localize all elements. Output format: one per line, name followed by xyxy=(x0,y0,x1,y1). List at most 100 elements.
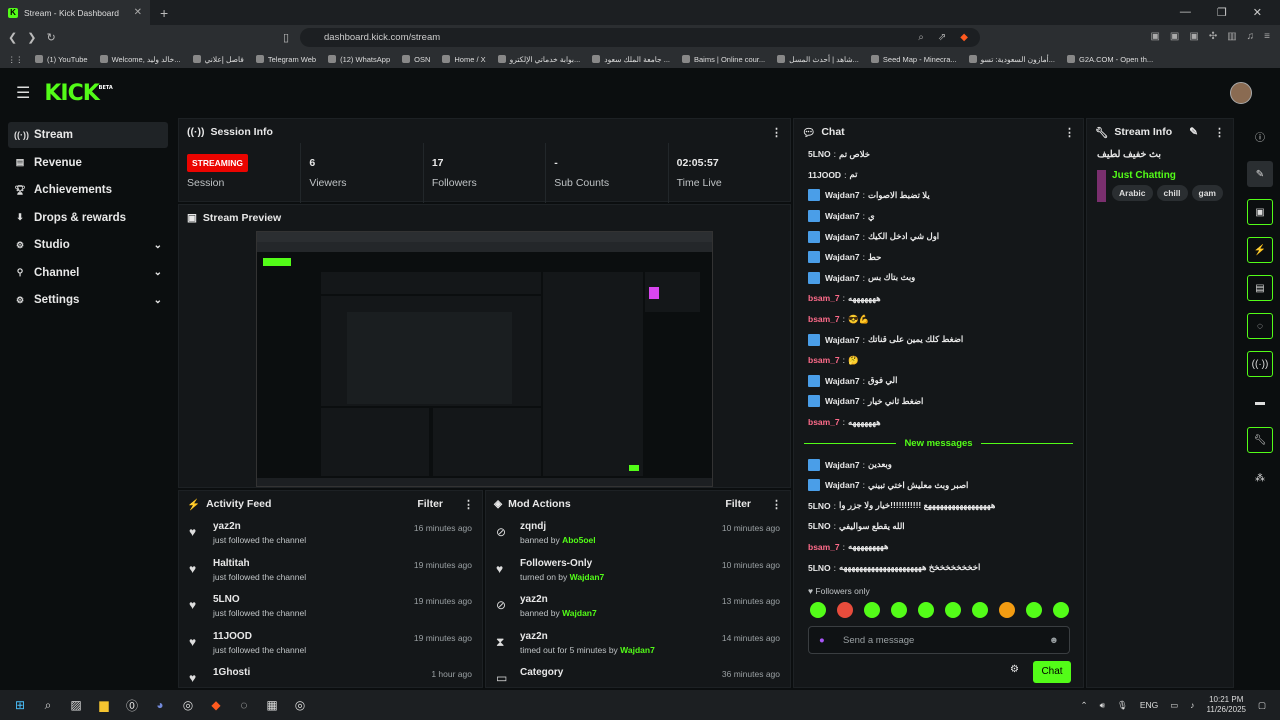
kick-logo[interactable]: KICK BETA xyxy=(44,81,112,106)
chat-message[interactable]: 5LNO: خلاص تم xyxy=(794,144,1083,165)
bookmark-item[interactable]: بوابة خدماتي الإلكترو... xyxy=(497,55,580,64)
chat-message[interactable]: 5LNO: الله يقطع سواليفي xyxy=(794,516,1083,537)
emote-icon[interactable] xyxy=(891,602,907,618)
volume-icon[interactable]: 🔊︎ xyxy=(1100,700,1105,711)
zoom-icon[interactable]: ⌕ xyxy=(918,32,924,43)
apps-icon[interactable]: ⋮⋮ xyxy=(8,55,23,64)
gallery-icon[interactable]: ▨ xyxy=(62,691,90,719)
chat-username[interactable]: Wajdan7 xyxy=(825,480,860,490)
chat-username[interactable]: 5LNO xyxy=(808,149,831,159)
chat-message[interactable]: bsam_7: 🤔 xyxy=(794,350,1083,371)
bookmark-item[interactable]: أمازون السعودية: تسو... xyxy=(968,55,1055,64)
lightning-icon[interactable]: ⚡ xyxy=(1247,237,1273,263)
info-icon[interactable]: ⓘ xyxy=(1247,123,1273,149)
chat-username[interactable]: Wajdan7 xyxy=(825,376,860,386)
list-item[interactable]: ♥ yaz2n just followed the channel 16 minute… xyxy=(179,517,482,554)
chat-username[interactable]: Wajdan7 xyxy=(825,335,860,345)
mod-actor[interactable]: Wajdan7 xyxy=(562,608,597,618)
chat-username[interactable]: bsam_7 xyxy=(808,293,840,303)
bookmark-item[interactable]: جامعة الملك سعود ... xyxy=(592,55,670,64)
more-options-icon[interactable]: ⋮ xyxy=(1064,126,1075,139)
filter-button[interactable]: Filter xyxy=(725,498,751,510)
list-item[interactable]: ♥ 5LNO just followed the channel 19 minutes… xyxy=(179,590,482,627)
emote-icon[interactable] xyxy=(972,602,988,618)
send-chat-button[interactable]: Chat xyxy=(1033,661,1071,683)
chat-settings-icon[interactable]: ⚙ xyxy=(1010,664,1019,675)
file-explorer-icon[interactable]: ▆ xyxy=(90,691,118,719)
media-icon[interactable]: ♫ xyxy=(1247,31,1255,42)
minimize-icon[interactable]: — xyxy=(1180,6,1191,19)
chat-message[interactable]: Wajdan7: اصبر وبث معليش اختي تبيني xyxy=(794,475,1083,496)
network-icon[interactable]: ▭ xyxy=(1170,700,1178,711)
edit-icon[interactable]: ✎ xyxy=(1189,126,1198,138)
sidebar-item-revenue[interactable]: ▤ Revenue xyxy=(8,150,168,176)
chat-username[interactable]: 5LNO xyxy=(808,563,831,573)
brave-shield-icon[interactable]: ◆ xyxy=(960,32,968,43)
chat-message[interactable]: bsam_7: هههههههه xyxy=(794,412,1083,433)
emote-icon[interactable] xyxy=(918,602,934,618)
list-item[interactable]: ▭ Category 36 minutes ago xyxy=(486,663,790,687)
emote-icon[interactable] xyxy=(864,602,880,618)
emote-icon[interactable] xyxy=(810,602,826,618)
steam-icon[interactable]: ◎ xyxy=(286,691,314,719)
chat-message[interactable]: Wajdan7: الي فوق xyxy=(794,371,1083,392)
windows-start-icon[interactable]: ⊞ xyxy=(6,691,34,719)
xbox-icon[interactable]: ⓪ xyxy=(118,691,146,719)
bookmark-item[interactable]: Seed Map - Minecra... xyxy=(870,55,957,64)
sidebar-item-drops[interactable]: ⬇ Drops & rewards xyxy=(8,205,168,231)
chat-message[interactable]: Wajdan7: يلا تضبط الاصوات xyxy=(794,185,1083,206)
chat-message[interactable]: Wajdan7: اضغط كلك يمين على قناتك xyxy=(794,329,1083,350)
list-item[interactable]: ♥ 11JOOD just followed the channel 19 minut… xyxy=(179,627,482,664)
more-options-icon[interactable]: ⋮ xyxy=(771,126,782,139)
mod-actor[interactable]: Wajdan7 xyxy=(570,572,605,582)
chat-username[interactable]: Wajdan7 xyxy=(825,252,860,262)
edit-icon[interactable]: ✎ xyxy=(1247,161,1273,187)
category-name[interactable]: Just Chatting xyxy=(1112,170,1223,181)
chat-message[interactable]: Wajdan7: اضغط ثاني خيار xyxy=(794,391,1083,412)
more-options-icon[interactable]: ⋮ xyxy=(1214,126,1225,139)
bookmark-item[interactable]: Baims | Online cour... xyxy=(682,55,765,64)
chat-message[interactable]: bsam_7: هههههههه xyxy=(794,288,1083,309)
sidebar-item-studio[interactable]: ⚙ Studio ⌄ xyxy=(8,232,168,258)
bookmark-item[interactable]: (1) YouTube xyxy=(35,55,88,64)
chat-username[interactable]: Wajdan7 xyxy=(825,273,860,283)
filter-button[interactable]: Filter xyxy=(417,498,443,510)
chat-message[interactable]: bsam_7: هههههههههه xyxy=(794,537,1083,558)
share-icon[interactable]: ⇗ xyxy=(938,32,946,43)
browser-tab[interactable]: K Stream - Kick Dashboard ✕ xyxy=(0,0,150,25)
tag-chip[interactable]: gam xyxy=(1191,185,1223,201)
more-options-icon[interactable]: ⋮ xyxy=(463,498,474,511)
chat-username[interactable]: 5LNO xyxy=(808,521,831,531)
chat-username[interactable]: bsam_7 xyxy=(808,417,840,427)
emote-icon[interactable] xyxy=(1026,602,1042,618)
steam-icon[interactable]: ◎ xyxy=(174,691,202,719)
sidebar-item-stream[interactable]: ((·)) Stream xyxy=(8,122,168,148)
chat-input[interactable]: ● Send a message ☻ xyxy=(808,626,1070,654)
clock[interactable]: 10:21 PM 11/26/2025 xyxy=(1207,695,1246,715)
list-item[interactable]: ♥ Followers-Only turned on by Wajdan7 10 mi… xyxy=(486,554,790,591)
chat-username[interactable]: Wajdan7 xyxy=(825,232,860,242)
chat-username[interactable]: bsam_7 xyxy=(808,314,840,324)
close-window-icon[interactable]: ✕ xyxy=(1253,6,1262,19)
bookmark-item[interactable]: Welcome, خالد وليد... xyxy=(99,55,181,64)
chat-username[interactable]: Wajdan7 xyxy=(825,190,860,200)
bookmark-item[interactable]: شاهد | أحدث المسل... xyxy=(777,55,859,64)
emote-icon[interactable] xyxy=(999,602,1015,618)
bookmark-item[interactable]: Telegram Web xyxy=(255,55,316,64)
users-icon[interactable]: ⁂ xyxy=(1247,465,1273,491)
document-icon[interactable]: ▤ xyxy=(1247,275,1273,301)
chat-username[interactable]: Wajdan7 xyxy=(825,211,860,221)
sidebar-icon[interactable]: ▥ xyxy=(1227,31,1236,42)
emote-icon[interactable] xyxy=(1053,602,1069,618)
new-tab-icon[interactable]: + xyxy=(160,5,168,21)
chat-username[interactable]: bsam_7 xyxy=(808,355,840,365)
chat-message[interactable]: 11JOOD: تم xyxy=(794,165,1083,186)
app-icon[interactable]: ▦ xyxy=(258,691,286,719)
list-item[interactable]: ⧗ yaz2n timed out for 5 minutes by Wajdan7… xyxy=(486,627,790,664)
discord-icon[interactable]: ◕ xyxy=(146,691,174,719)
bookmark-item[interactable]: Home / X xyxy=(442,55,486,64)
emote-icon[interactable] xyxy=(837,602,853,618)
emoji-icon[interactable]: ☻ xyxy=(1049,635,1059,646)
chat-username[interactable]: Wajdan7 xyxy=(825,460,860,470)
emote-icon[interactable] xyxy=(945,602,961,618)
